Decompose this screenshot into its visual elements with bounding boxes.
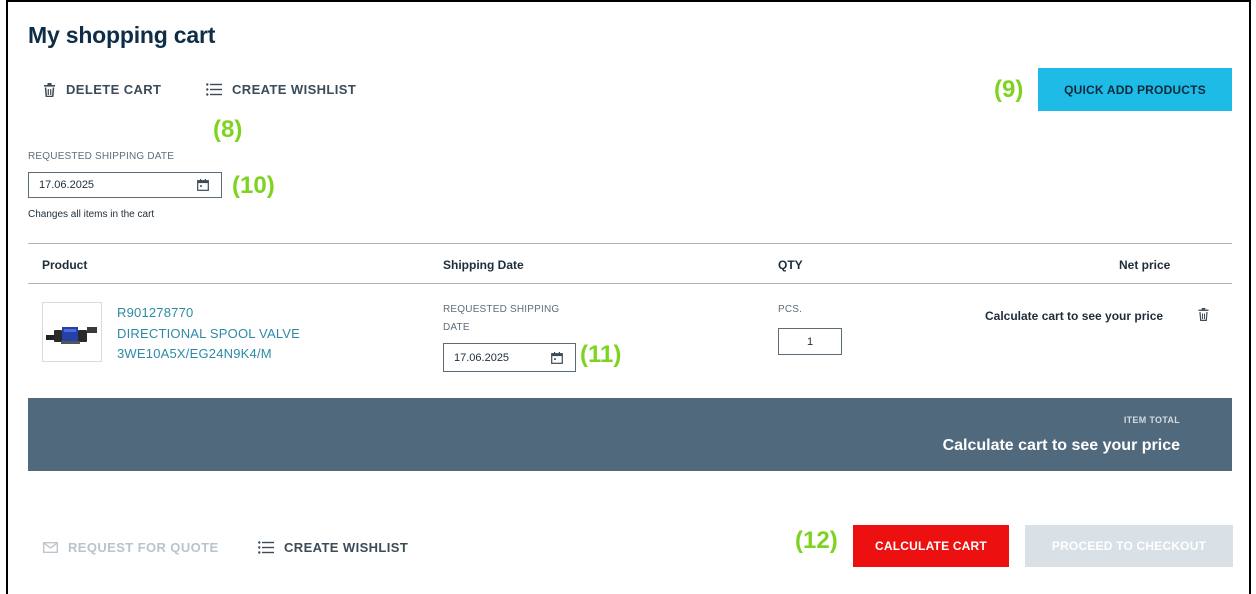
create-wishlist-label: CREATE WISHLIST xyxy=(232,82,357,97)
item-shipping-date-label: REQUESTED SHIPPING xyxy=(443,304,560,315)
list-icon xyxy=(206,83,222,96)
product-model-link[interactable]: 3WE10A5X/EG24N9K4/M xyxy=(117,346,272,361)
product-part-number-link[interactable]: R901278770 xyxy=(117,305,193,320)
item-shipping-date-input[interactable]: 17.06.2025 xyxy=(443,343,576,372)
create-wishlist-label: CREATE WISHLIST xyxy=(284,540,409,555)
column-header-net-price: Net price xyxy=(1119,258,1171,272)
annotation-marker-11: (11) xyxy=(580,341,622,368)
page-title: My shopping cart xyxy=(28,22,216,48)
item-total-bar: ITEM TOTAL Calculate cart to see your pr… xyxy=(28,398,1232,471)
product-name-link[interactable]: DIRECTIONAL SPOOL VALVE xyxy=(117,326,300,341)
annotation-marker-8: (8) xyxy=(213,116,243,143)
item-shipping-date-value: 17.06.2025 xyxy=(454,351,510,364)
calculate-cart-button[interactable]: CALCULATE CART xyxy=(853,525,1009,567)
calendar-icon[interactable] xyxy=(551,351,563,364)
request-for-quote-button[interactable]: REQUEST FOR QUOTE xyxy=(43,540,219,555)
calendar-icon[interactable] xyxy=(197,179,209,191)
shipping-date-value: 17.06.2025 xyxy=(39,179,95,191)
envelope-icon xyxy=(43,542,58,553)
item-net-price: Calculate cart to see your price xyxy=(985,309,1164,323)
table-divider-top xyxy=(28,243,1232,244)
shipping-date-hint: Changes all items in the cart xyxy=(28,209,155,220)
item-total-label: ITEM TOTAL xyxy=(1123,415,1180,425)
request-for-quote-label: REQUEST FOR QUOTE xyxy=(68,540,219,555)
item-total-value: Calculate cart to see your price xyxy=(942,437,1180,454)
trash-icon xyxy=(43,82,56,97)
annotation-marker-9: (9) xyxy=(994,76,1024,103)
list-icon xyxy=(258,541,274,554)
shipping-date-input[interactable]: 17.06.2025 xyxy=(28,172,222,198)
annotation-marker-10: (10) xyxy=(232,172,275,199)
annotation-marker-12: (12) xyxy=(795,527,838,554)
delete-cart-label: DELETE CART xyxy=(66,82,162,97)
product-image[interactable] xyxy=(42,302,102,362)
item-shipping-date-label-2: DATE xyxy=(443,322,470,333)
column-header-qty: QTY xyxy=(778,258,803,272)
column-header-shipping-date: Shipping Date xyxy=(443,258,524,272)
quantity-unit-label: PCS. xyxy=(778,304,803,315)
proceed-to-checkout-button[interactable]: PROCEED TO CHECKOUT xyxy=(1025,525,1233,567)
create-wishlist-button-top[interactable]: CREATE WISHLIST xyxy=(206,82,356,97)
quick-add-products-button[interactable]: QUICK ADD PRODUCTS xyxy=(1038,68,1232,111)
create-wishlist-button-bottom[interactable]: CREATE WISHLIST xyxy=(258,540,408,555)
requested-shipping-date-label: REQUESTED SHIPPING DATE xyxy=(28,151,175,162)
column-header-product: Product xyxy=(42,258,88,272)
remove-item-trash-icon[interactable] xyxy=(1198,308,1209,326)
table-divider-header xyxy=(28,283,1232,284)
delete-cart-button[interactable]: DELETE CART xyxy=(43,82,161,97)
quantity-input[interactable]: 1 xyxy=(778,328,842,355)
